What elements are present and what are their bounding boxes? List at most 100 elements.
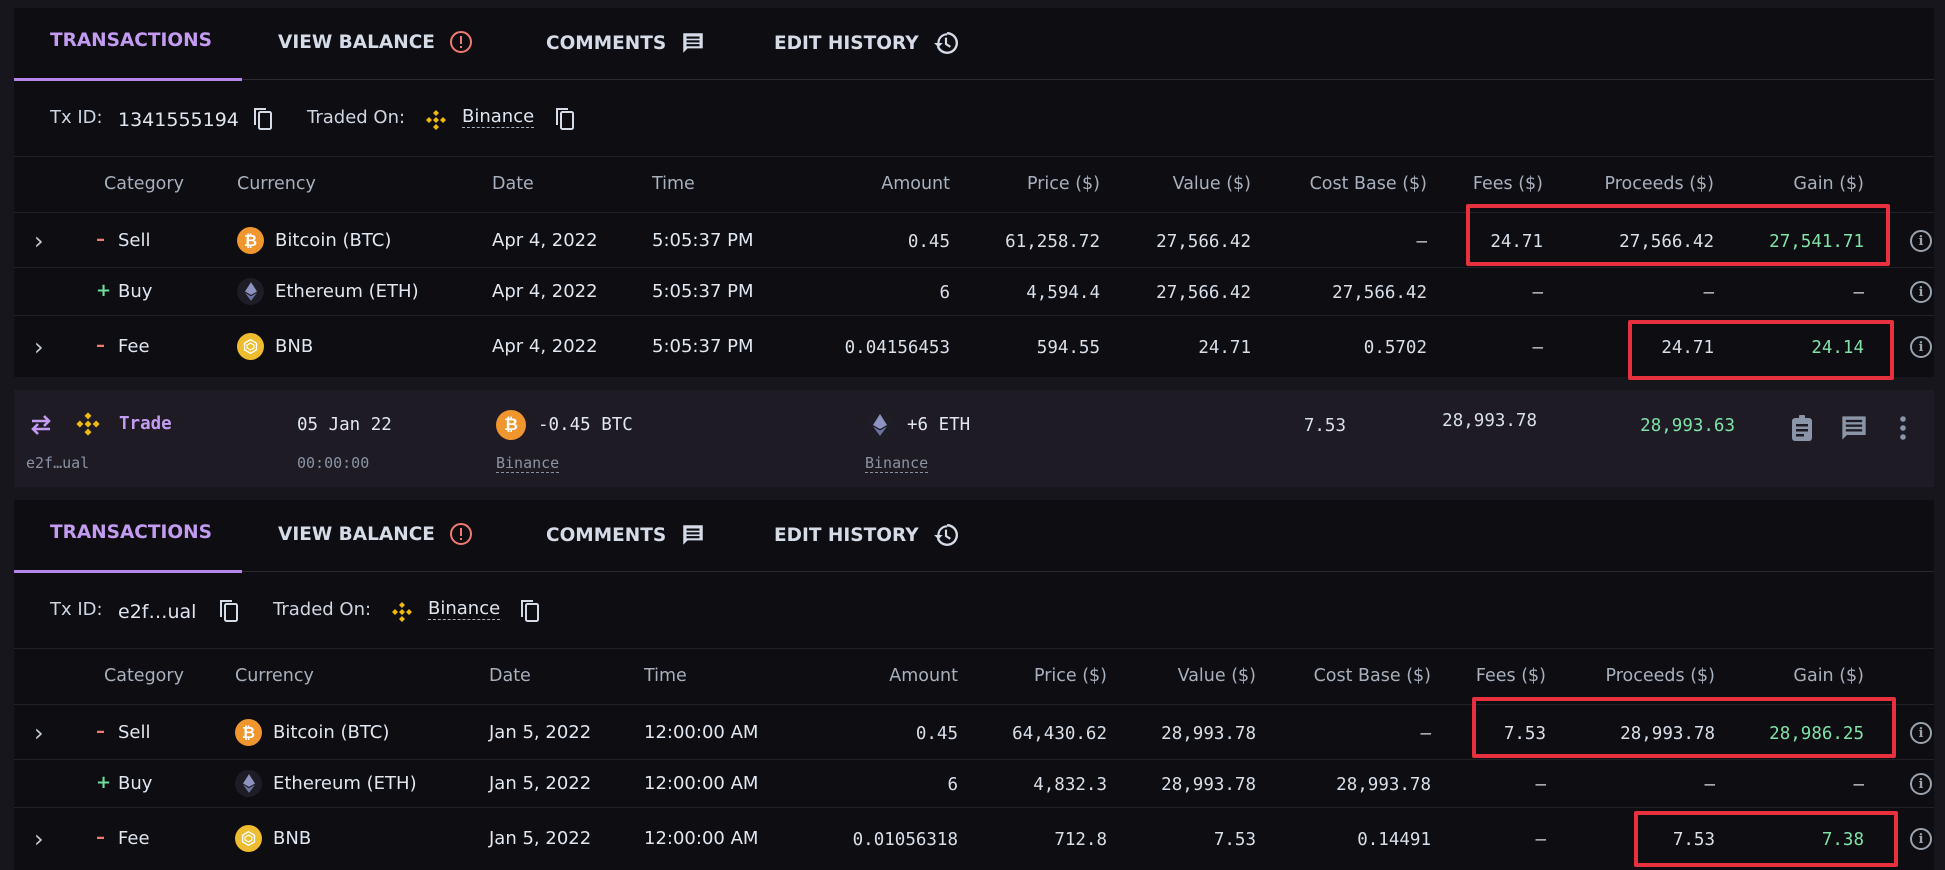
info-icon[interactable]: i <box>1910 281 1932 303</box>
table-row: + Buy Ethereum (ETH) Apr 4, 2022 5:05:37 PM 6… <box>14 268 1934 316</box>
amount: 0.01056318 <box>852 830 958 850</box>
currency: Bitcoin (BTC) <box>275 230 392 251</box>
comment-icon <box>680 30 706 56</box>
trade-id: e2f…ual <box>26 454 90 472</box>
date: Apr 4, 2022 <box>492 336 598 357</box>
binance-logo-icon <box>390 600 414 629</box>
exchange-link[interactable]: Binance <box>428 599 501 620</box>
proceeds: – <box>1703 283 1714 303</box>
value: 27,566.42 <box>1156 283 1251 303</box>
chevron-right-icon[interactable]: › <box>34 333 44 361</box>
time: 5:05:37 PM <box>652 281 754 302</box>
tab-label: TRANSACTIONS <box>50 30 212 51</box>
category-sign: – <box>96 827 105 848</box>
copy-exchange-icon[interactable] <box>554 106 576 137</box>
col-gain: Gain ($) <box>1793 666 1864 686</box>
bnb-icon <box>237 333 264 360</box>
ethereum-icon <box>235 770 262 797</box>
chevron-right-icon[interactable]: › <box>34 227 44 255</box>
proceeds: – <box>1704 775 1715 795</box>
comment-icon[interactable] <box>1840 414 1868 446</box>
cost-base: – <box>1420 724 1431 744</box>
binance-logo-icon <box>74 410 102 442</box>
tab-label: COMMENTS <box>546 32 667 54</box>
col-amount: Amount <box>881 174 950 194</box>
col-value: Value ($) <box>1177 666 1256 686</box>
bitcoin-icon: ₿ <box>235 719 262 746</box>
cost-base: 0.14491 <box>1357 830 1431 850</box>
tab-transactions[interactable]: TRANSACTIONS <box>50 522 212 543</box>
col-category: Category <box>104 174 184 194</box>
value: 24.71 <box>1198 338 1251 358</box>
tab-comments[interactable]: COMMENTS <box>546 522 706 548</box>
trade-sent-amount: -0.45 BTC <box>538 415 633 435</box>
tab-label: COMMENTS <box>546 524 667 546</box>
col-proceeds: Proceeds ($) <box>1605 666 1716 686</box>
transaction-meta: Tx ID: 1341555194 Traded On: Binance <box>14 81 1934 157</box>
amount: 0.45 <box>907 232 950 252</box>
col-date: Date <box>492 174 534 194</box>
amount: 0.04156453 <box>844 338 950 358</box>
col-price: Price ($) <box>1026 174 1100 194</box>
time: 5:05:37 PM <box>652 336 754 357</box>
ethereum-icon <box>865 410 895 440</box>
copy-exchange-icon[interactable] <box>519 598 541 629</box>
date: Apr 4, 2022 <box>492 281 598 302</box>
txid-value: 1341555194 <box>118 109 239 131</box>
tab-bar: TRANSACTIONS VIEW BALANCE COMMENTS EDIT … <box>14 500 1934 573</box>
chevron-right-icon[interactable]: › <box>34 825 44 853</box>
value: 28,993.78 <box>1161 775 1256 795</box>
tab-view-balance[interactable]: VIEW BALANCE <box>278 522 473 546</box>
tab-label: VIEW BALANCE <box>278 523 435 545</box>
category-sign: + <box>96 772 112 793</box>
info-icon[interactable]: i <box>1910 773 1932 795</box>
tab-view-balance[interactable]: VIEW BALANCE <box>278 30 473 54</box>
col-value: Value ($) <box>1172 174 1251 194</box>
currency: BNB <box>273 828 312 849</box>
tab-edit-history[interactable]: EDIT HISTORY <box>774 30 959 56</box>
trade-summary-row[interactable]: Trade e2f…ual 05 Jan 22 00:00:00 ₿ -0.45… <box>14 390 1934 487</box>
cost-base: 28,993.78 <box>1336 775 1431 795</box>
info-icon[interactable]: i <box>1910 230 1932 252</box>
tab-label: TRANSACTIONS <box>50 522 212 543</box>
category: Fee <box>118 828 150 849</box>
fees: – <box>1535 775 1546 795</box>
chevron-right-icon[interactable]: › <box>34 719 44 747</box>
col-gain: Gain ($) <box>1793 174 1864 194</box>
col-amount: Amount <box>889 666 958 686</box>
copy-txid-icon[interactable] <box>252 106 274 137</box>
amount: 6 <box>947 775 958 795</box>
highlight-box <box>1634 811 1898 867</box>
col-cost-base: Cost Base ($) <box>1313 666 1431 686</box>
copy-txid-icon[interactable] <box>218 598 240 629</box>
col-currency: Currency <box>237 174 316 194</box>
price: 712.8 <box>1054 830 1107 850</box>
tab-comments[interactable]: COMMENTS <box>546 30 706 56</box>
more-options-icon[interactable] <box>1899 416 1907 444</box>
alert-circle-icon <box>449 30 473 54</box>
tab-edit-history[interactable]: EDIT HISTORY <box>774 522 959 548</box>
col-proceeds: Proceeds ($) <box>1604 174 1715 194</box>
tab-transactions[interactable]: TRANSACTIONS <box>50 30 212 51</box>
swap-icon <box>28 414 54 440</box>
cost-base: 0.5702 <box>1363 338 1427 358</box>
clipboard-icon[interactable] <box>1790 414 1814 446</box>
info-icon[interactable]: i <box>1910 336 1932 358</box>
category-sign: + <box>96 280 112 301</box>
gain: – <box>1853 775 1864 795</box>
value: 28,993.78 <box>1161 724 1256 744</box>
col-time: Time <box>644 666 687 686</box>
bitcoin-icon: ₿ <box>496 410 526 440</box>
category: Sell <box>118 230 151 251</box>
trade-received-amount: +6 ETH <box>907 415 971 435</box>
exchange-link[interactable]: Binance <box>462 107 535 128</box>
alert-circle-icon <box>449 522 473 546</box>
received-exchange-link[interactable]: Binance <box>865 454 929 473</box>
bnb-icon <box>235 825 262 852</box>
cost-base: 27,566.42 <box>1332 283 1427 303</box>
price: 61,258.72 <box>1005 232 1100 252</box>
sent-exchange-link[interactable]: Binance <box>496 454 560 473</box>
price: 4,594.4 <box>1026 283 1100 303</box>
info-icon[interactable]: i <box>1910 722 1932 744</box>
info-icon[interactable]: i <box>1910 828 1932 850</box>
